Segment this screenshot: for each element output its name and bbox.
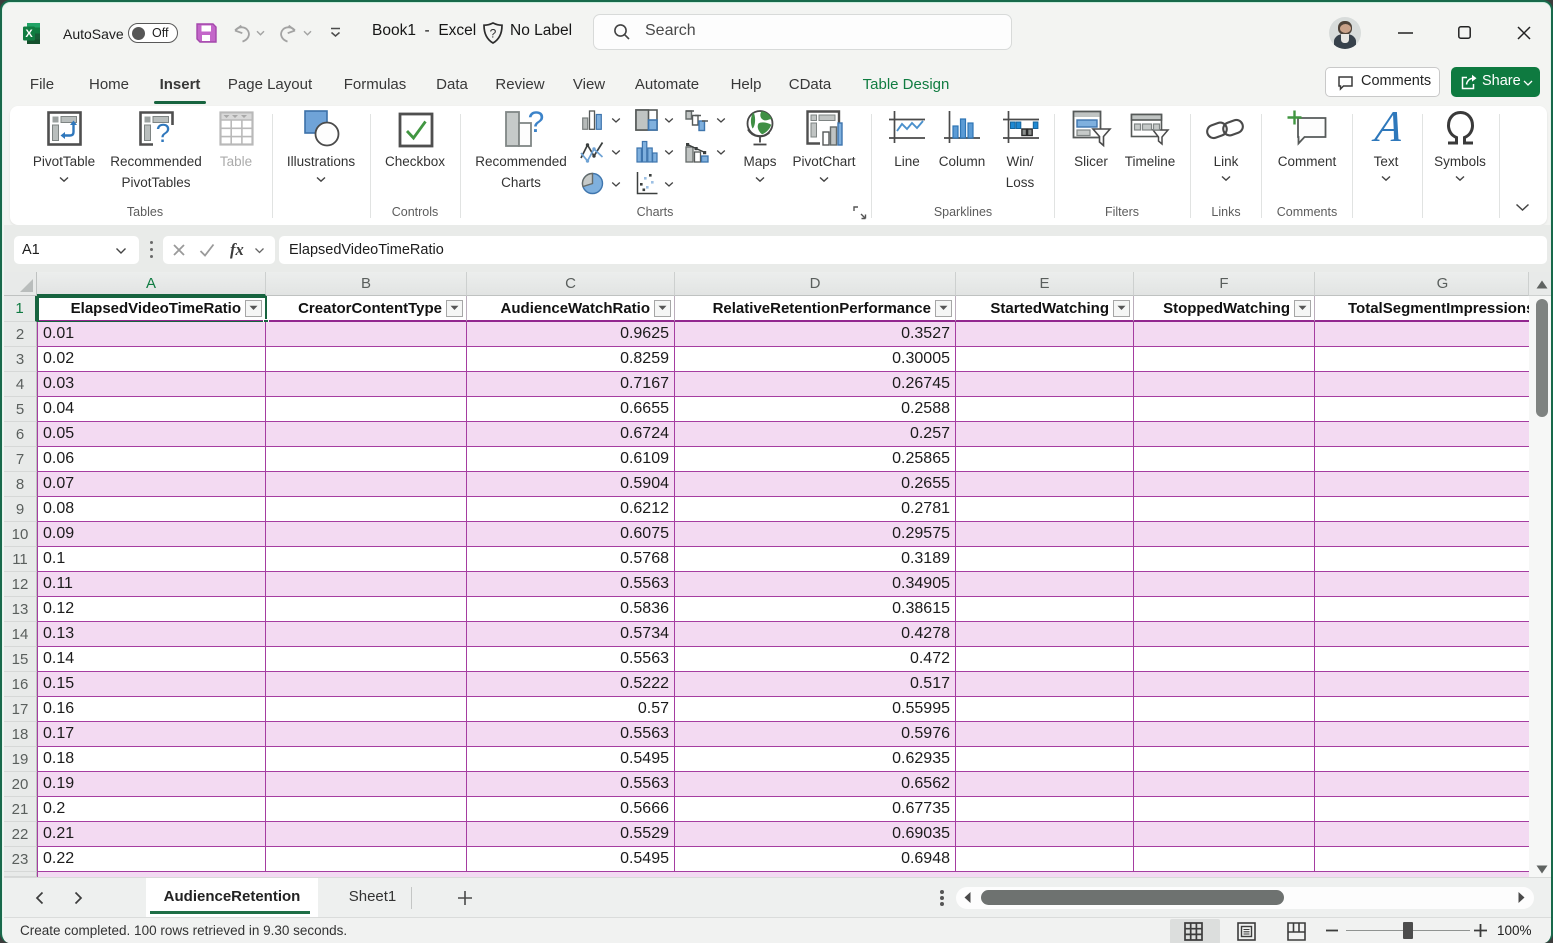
svg-text:?: ?	[528, 110, 544, 139]
svg-text:?: ?	[156, 118, 170, 146]
svg-text:?: ?	[490, 27, 497, 41]
svg-text:A: A	[1370, 108, 1407, 148]
svg-text:X: X	[25, 28, 33, 40]
